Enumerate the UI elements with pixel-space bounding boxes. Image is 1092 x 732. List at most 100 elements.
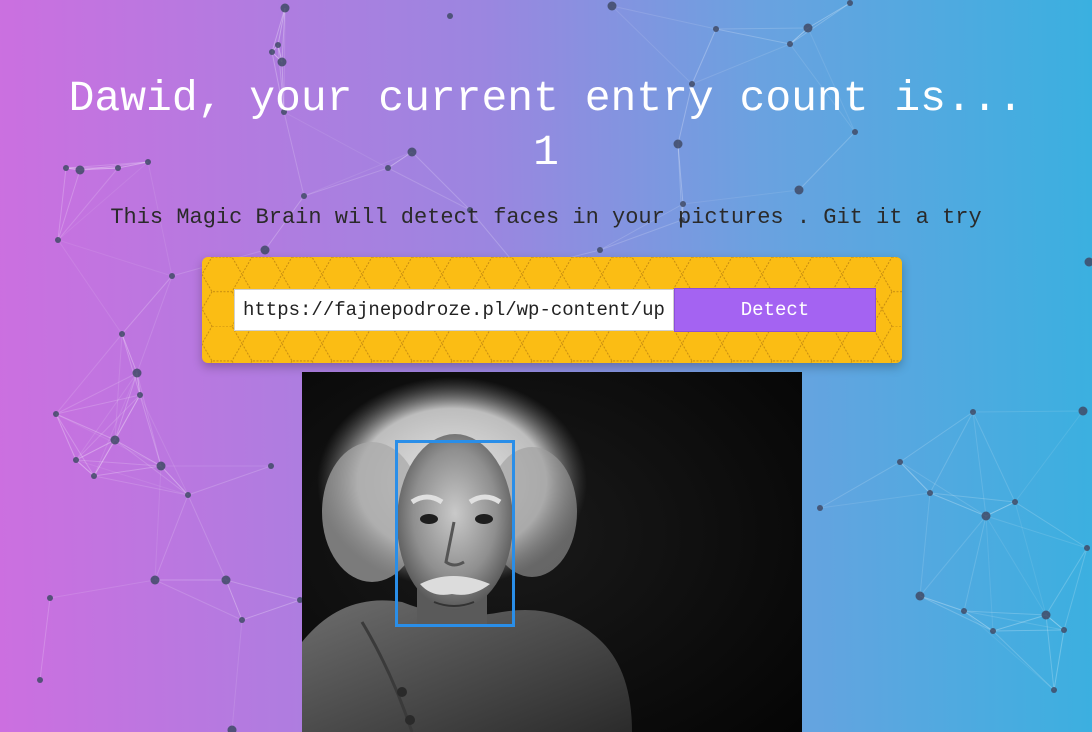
particle-node — [1041, 610, 1051, 620]
face-bounding-box — [395, 440, 515, 627]
image-url-input[interactable] — [234, 289, 674, 331]
particle-node — [221, 575, 231, 585]
uploaded-photo — [302, 372, 802, 732]
particle-link — [136, 275, 173, 374]
particle-node — [1084, 257, 1092, 267]
particle-node — [132, 368, 142, 378]
entry-count: 1 — [533, 128, 559, 177]
particle-link — [715, 27, 809, 30]
particle-node — [269, 49, 275, 55]
particle-link — [93, 475, 189, 496]
particle-link — [963, 610, 1055, 691]
particle-node — [1051, 687, 1057, 693]
particle-link — [819, 492, 931, 509]
particle-node — [185, 492, 191, 498]
particle-node — [239, 617, 245, 623]
particle-link — [985, 515, 1047, 616]
particle-node — [150, 575, 160, 585]
particle-node — [37, 677, 43, 683]
particle-node — [970, 409, 976, 415]
particle-node — [447, 13, 453, 19]
particle-link — [1014, 410, 1084, 503]
particle-link — [972, 411, 987, 517]
particle-link — [57, 239, 173, 277]
particle-node — [713, 26, 719, 32]
particle-link — [1045, 614, 1055, 691]
particle-link — [919, 595, 994, 632]
particle-node — [137, 392, 143, 398]
particle-node — [47, 595, 53, 601]
particle-link — [611, 5, 717, 30]
particle-link — [972, 411, 1016, 503]
particle-node — [280, 3, 290, 13]
einstein-photo — [302, 372, 802, 732]
particle-link — [1063, 547, 1088, 631]
particle-link — [992, 614, 1047, 632]
particle-link — [929, 492, 1016, 503]
particle-link — [985, 501, 1016, 517]
particle-link — [121, 275, 173, 335]
particle-link — [231, 619, 243, 731]
particle-node — [227, 725, 237, 732]
particle-link — [972, 410, 1084, 413]
particle-link — [715, 28, 791, 45]
particle-link — [154, 465, 162, 581]
particle-link — [187, 494, 227, 581]
particle-link — [57, 239, 123, 335]
particle-node — [156, 461, 166, 471]
particle-node — [277, 57, 287, 67]
particle-link — [992, 629, 1065, 632]
particle-link — [789, 2, 851, 45]
particle-node — [794, 185, 804, 195]
particle-link — [55, 372, 138, 415]
particle-link — [899, 461, 987, 517]
particle-link — [682, 189, 800, 205]
particle-link — [154, 579, 243, 621]
particle-link — [1053, 629, 1065, 691]
particle-link — [187, 465, 272, 496]
particle-link — [75, 459, 162, 467]
particle-node — [110, 435, 120, 445]
particle-link — [121, 333, 141, 396]
detect-button[interactable]: Detect — [674, 288, 876, 332]
particle-link — [93, 465, 162, 477]
particle-node — [73, 457, 79, 463]
particle-node — [301, 193, 307, 199]
particle-link — [49, 579, 156, 599]
particle-link — [992, 630, 1055, 691]
particle-link — [225, 579, 301, 601]
particle-link — [121, 333, 138, 374]
particle-node — [803, 23, 813, 33]
particle-node — [897, 459, 903, 465]
particle-link — [55, 333, 123, 415]
particle-node — [990, 628, 996, 634]
particle-node — [1061, 627, 1067, 633]
particle-link — [985, 515, 994, 632]
particle-link — [919, 515, 987, 597]
particle-link — [919, 492, 931, 597]
particle-node — [53, 411, 59, 417]
particle-link — [819, 461, 901, 509]
particle-link — [807, 2, 851, 29]
particle-node — [607, 1, 617, 11]
particle-node — [1078, 406, 1088, 416]
particle-link — [919, 595, 965, 612]
particle-node — [268, 463, 274, 469]
particle-node — [1012, 499, 1018, 505]
particle-link — [55, 394, 141, 415]
particle-node — [597, 247, 603, 253]
particle-link — [55, 413, 77, 461]
particle-link — [39, 597, 51, 681]
particle-link — [929, 411, 974, 494]
particle-link — [154, 494, 189, 581]
particle-link — [899, 411, 974, 463]
particle-link — [985, 515, 1088, 549]
particle-node — [260, 245, 270, 255]
particle-node — [847, 0, 853, 6]
particle-link — [963, 515, 987, 612]
particle-link — [136, 372, 162, 467]
particle-node — [927, 490, 933, 496]
particle-node — [787, 41, 793, 47]
particle-node — [119, 331, 125, 337]
particle-link — [241, 599, 301, 621]
